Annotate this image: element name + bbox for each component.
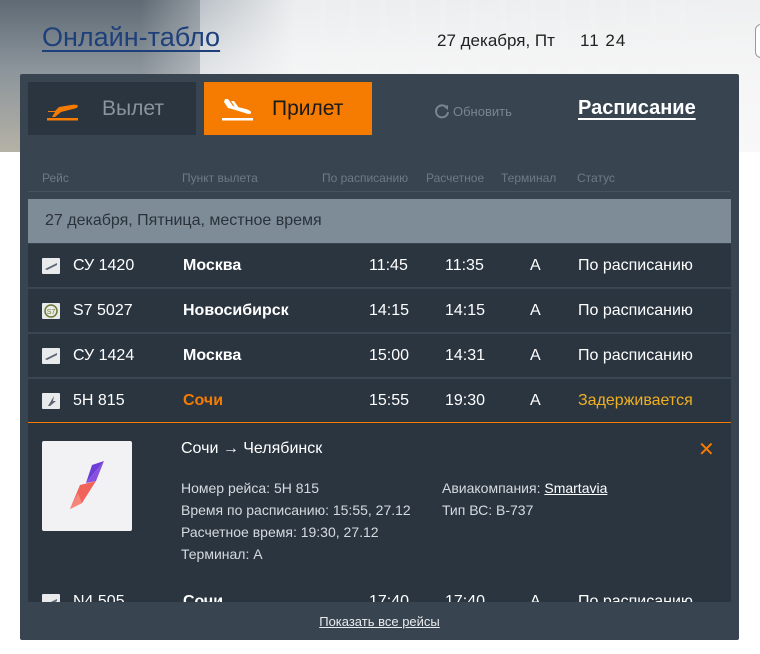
day-label: 27 декабря, Пятница, местное время (45, 212, 322, 229)
refresh-icon (435, 104, 449, 119)
flight-board: Вылет Прилет Обновить Расписание Рейс Пу… (20, 74, 739, 640)
tab-departures[interactable]: Вылет (28, 82, 196, 135)
flight-status: Задерживается (578, 392, 693, 409)
flight-row-selected[interactable]: 5Н 815 Сочи 15:55 19:30 A Задерживается (28, 379, 731, 423)
column-header-estimated: Расчетное (426, 171, 485, 185)
refresh-button[interactable]: Обновить (434, 103, 512, 119)
flight-row[interactable]: S7 S7 5027 Новосибирск 14:15 14:15 A По … (28, 289, 731, 333)
flight-number: СУ 1424 (73, 347, 135, 364)
detail-estimated-time: Расчетное время: 19:30, 27.12 (181, 524, 379, 540)
header-divider (28, 191, 731, 192)
airline-logo (42, 441, 132, 531)
corner-widget[interactable] (755, 24, 760, 58)
show-all-flights: Показать все рейсы (20, 614, 739, 629)
top-header: Онлайн-табло 27 декабря, Пт 11 24 (0, 0, 760, 74)
column-header-terminal: Терминал (501, 171, 557, 185)
current-date: 27 декабря, Пт (437, 31, 555, 50)
current-time: 11 24 (580, 31, 627, 50)
detail-scheduled-time: Время по расписанию: 15:55, 27.12 (181, 502, 411, 518)
flight-number: S7 5027 (73, 302, 133, 319)
schedule-link[interactable]: Расписание (578, 97, 696, 120)
flight-terminal: A (530, 392, 541, 409)
column-header-scheduled: По расписанию (322, 171, 409, 185)
flight-estimated: 11:35 (445, 257, 484, 274)
flight-number: СУ 1420 (73, 257, 135, 274)
column-header-flight: Рейс (42, 171, 69, 185)
airline-link[interactable]: Smartavia (544, 480, 607, 496)
s7-logo-icon: S7 (42, 303, 60, 319)
day-header: 27 декабря, Пятница, местное время (28, 199, 731, 243)
detail-flight-number: Номер рейса: 5Н 815 (181, 480, 320, 496)
flight-scheduled: 15:55 (369, 392, 410, 409)
svg-text:S7: S7 (47, 309, 56, 316)
detail-airline-label: Авиакомпания: (442, 480, 545, 496)
flight-city: Сочи (183, 392, 224, 409)
flight-scheduled: 11:45 (369, 257, 408, 274)
flight-status: По расписанию (578, 347, 693, 364)
refresh-label: Обновить (453, 103, 512, 119)
smartavia-logo-icon (70, 461, 104, 509)
flight-scheduled: 15:00 (369, 347, 410, 364)
tab-arrivals[interactable]: Прилет (204, 82, 372, 135)
route-title: Сочи → Челябинск (181, 440, 323, 457)
flight-terminal: A (530, 347, 541, 364)
aeroflot-logo-icon (42, 348, 60, 364)
tab-departures-label: Вылет (102, 96, 164, 120)
flight-estimated: 14:15 (445, 302, 486, 319)
flight-row[interactable]: СУ 1424 Москва 15:00 14:31 A По расписан… (28, 334, 731, 378)
tab-arrivals-label: Прилет (272, 96, 344, 120)
flight-city: Новосибирск (183, 302, 289, 319)
departure-plane-icon (47, 104, 78, 120)
aeroflot-logo-icon (42, 258, 60, 274)
flight-number: 5Н 815 (73, 392, 125, 409)
column-header-origin: Пункт вылета (182, 171, 258, 185)
flight-row[interactable]: СУ 1420 Москва 11:45 11:35 A По расписан… (28, 244, 731, 288)
flight-terminal: A (530, 302, 541, 319)
detail-terminal: Терминал: A (181, 546, 263, 562)
flight-estimated: 19:30 (445, 392, 486, 409)
detail-aircraft: Тип ВС: B-737 (442, 502, 534, 518)
smartavia-logo-icon (42, 393, 60, 409)
flight-scheduled: 14:15 (369, 302, 410, 319)
flight-status: По расписанию (578, 302, 693, 319)
flight-row[interactable]: N4 505 Сочи 17:40 17:40 A По расписанию (28, 580, 731, 604)
flight-city: Москва (183, 257, 242, 274)
column-header-status: Статус (577, 171, 615, 185)
close-icon[interactable]: ✕ (698, 437, 715, 462)
page-title-link[interactable]: Онлайн-табло (42, 22, 220, 53)
flight-status: По расписанию (578, 257, 693, 274)
detail-airline: Авиакомпания: Smartavia (442, 480, 607, 496)
flight-estimated: 14:31 (445, 347, 486, 364)
flight-city: Москва (183, 347, 242, 364)
flight-details-panel: Сочи → Челябинск ✕ Номер рейса: 5Н 815 В… (28, 423, 731, 580)
show-all-link[interactable]: Показать все рейсы (319, 614, 440, 629)
arrival-plane-icon (222, 98, 253, 120)
flight-terminal: A (530, 257, 541, 274)
